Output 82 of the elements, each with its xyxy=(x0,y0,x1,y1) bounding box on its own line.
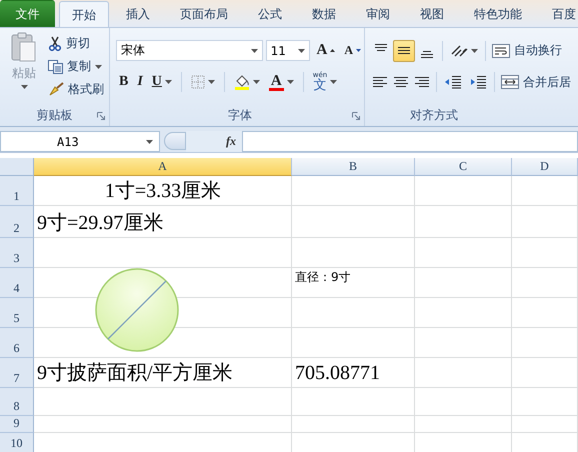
scissors-icon xyxy=(48,36,62,51)
caret-icon xyxy=(252,80,260,84)
row-header[interactable]: 9 xyxy=(0,416,34,433)
column-header[interactable]: B xyxy=(292,158,415,176)
insert-function-button[interactable]: fx xyxy=(226,134,236,149)
align-top-icon xyxy=(375,44,387,51)
font-color-button[interactable]: A xyxy=(266,71,297,94)
caret-icon xyxy=(208,80,215,84)
vertical-align-button[interactable] xyxy=(393,40,415,62)
border-grid-icon xyxy=(190,75,205,90)
down-arrow-icon xyxy=(356,49,361,52)
formula-input-field[interactable] xyxy=(242,131,578,152)
group-label: 对齐方式 xyxy=(410,107,458,124)
row-header[interactable]: 6 xyxy=(0,328,34,358)
row-header[interactable]: 5 xyxy=(0,298,34,328)
caret-icon xyxy=(95,64,102,68)
merge-center-button[interactable]: 合并后居 xyxy=(499,71,573,94)
row-header[interactable]: 2 xyxy=(0,206,34,238)
wrap-text-icon xyxy=(492,44,510,58)
column-header[interactable]: A xyxy=(34,158,292,176)
name-box[interactable]: A13 xyxy=(0,131,160,152)
table-cell[interactable]: 直径：9寸 xyxy=(292,268,415,290)
ribbon-tab[interactable]: 百度 xyxy=(539,1,577,27)
file-menu-tab[interactable]: 文件 xyxy=(0,0,55,27)
row-header[interactable]: 7 xyxy=(0,358,34,388)
slanted-text-icon xyxy=(450,44,468,58)
cut-button[interactable]: 剪切 xyxy=(46,32,106,54)
group-label: 字体 xyxy=(228,107,252,124)
italic-button[interactable]: I xyxy=(134,71,146,94)
bold-button[interactable]: B xyxy=(116,71,132,94)
row-header[interactable]: 4 xyxy=(0,268,34,298)
caret-icon xyxy=(330,80,338,84)
align-center-icon xyxy=(394,77,408,88)
caret-icon xyxy=(164,80,172,84)
copy-icon xyxy=(48,60,63,74)
align-middle-icon xyxy=(398,47,410,54)
grow-font-button[interactable]: A xyxy=(313,40,338,62)
ribbon-tab[interactable]: 特色功能 xyxy=(461,1,535,27)
merge-cells-icon xyxy=(501,75,519,90)
decrease-indent-icon xyxy=(444,75,462,90)
table-cell[interactable]: 9寸披萨面积/平方厘米 xyxy=(34,358,292,388)
shrink-font-button[interactable]: A xyxy=(341,40,364,62)
ribbon-tab[interactable]: 数据 xyxy=(299,1,349,27)
row-header[interactable]: 8 xyxy=(0,388,34,416)
ribbon-tab[interactable]: 公式 xyxy=(245,1,295,27)
font-size-field[interactable]: 11 xyxy=(266,40,310,62)
row-header[interactable]: 1 xyxy=(0,176,34,206)
format-painter-button[interactable]: 格式刷 xyxy=(46,78,106,100)
row-header[interactable]: 10 xyxy=(0,433,34,452)
ribbon-tab[interactable]: 开始 xyxy=(59,1,109,27)
copy-button[interactable]: 复制 xyxy=(46,56,106,78)
row-header[interactable]: 3 xyxy=(0,238,34,268)
dialog-launcher-icon[interactable] xyxy=(352,112,360,120)
caret-icon xyxy=(20,85,28,89)
table-cell[interactable]: 705.08771 xyxy=(292,358,415,388)
ribbon-tab[interactable]: 插入 xyxy=(113,1,163,27)
column-header[interactable]: D xyxy=(512,158,578,176)
table-cell[interactable]: 1寸=3.33厘米 xyxy=(34,176,292,206)
paint-bucket-icon xyxy=(234,74,250,90)
resize-handle[interactable] xyxy=(164,132,186,150)
column-header[interactable]: C xyxy=(415,158,512,176)
clipboard-icon xyxy=(11,32,37,62)
caret-icon xyxy=(146,140,153,144)
underline-button[interactable]: U xyxy=(148,71,175,94)
ribbon-tab[interactable]: 页面布局 xyxy=(167,1,241,27)
align-right-icon xyxy=(415,77,429,88)
wrap-text-button[interactable]: 自动换行 xyxy=(490,40,564,62)
caret-icon xyxy=(250,48,258,53)
font-name-field[interactable]: 宋体 xyxy=(116,40,263,62)
align-left-icon xyxy=(373,77,387,88)
brush-icon xyxy=(48,82,64,97)
table-cell[interactable]: 9寸=29.97厘米 xyxy=(34,206,292,238)
ribbon-tab[interactable]: 审阅 xyxy=(353,1,403,27)
align-bottom-icon xyxy=(421,50,433,58)
ribbon-tab[interactable]: 视图 xyxy=(407,1,457,27)
caret-icon xyxy=(298,48,306,53)
dialog-launcher-icon[interactable] xyxy=(97,112,105,120)
caret-icon xyxy=(286,80,294,84)
increase-indent-icon xyxy=(469,75,487,90)
caret-icon xyxy=(471,48,478,53)
up-arrow-icon xyxy=(330,49,336,52)
group-label: 剪贴板 xyxy=(36,107,72,124)
